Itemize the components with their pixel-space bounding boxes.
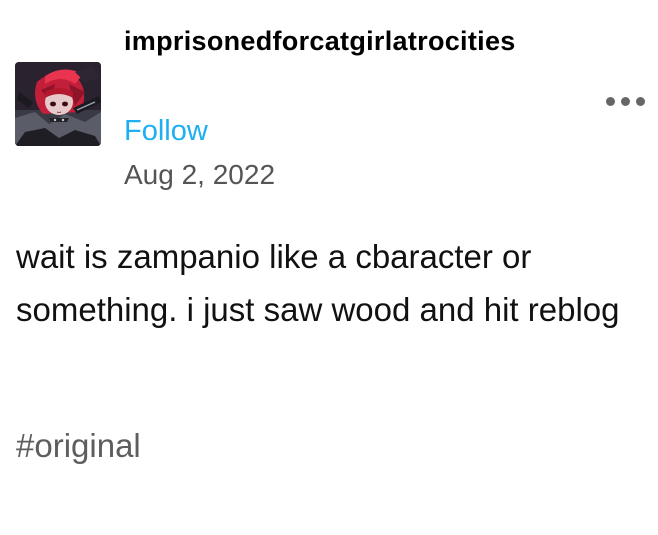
username[interactable]: imprisonedforcatgirlatrocities: [124, 16, 554, 66]
more-options-button[interactable]: [600, 90, 650, 112]
follow-button[interactable]: Follow: [124, 111, 208, 151]
post-tag[interactable]: #original: [16, 424, 141, 468]
more-options-icon: [635, 96, 645, 106]
post-date[interactable]: Aug 2, 2022: [124, 155, 275, 195]
post-header: imprisonedforcatgirlatrocities Follow Au…: [0, 0, 658, 200]
avatar-image: [15, 62, 101, 146]
more-options-icon: [605, 96, 615, 106]
post-body-text: wait is zampanio like a cbaracter or som…: [16, 238, 620, 328]
more-options-icon: [620, 96, 630, 106]
avatar[interactable]: [15, 62, 101, 146]
